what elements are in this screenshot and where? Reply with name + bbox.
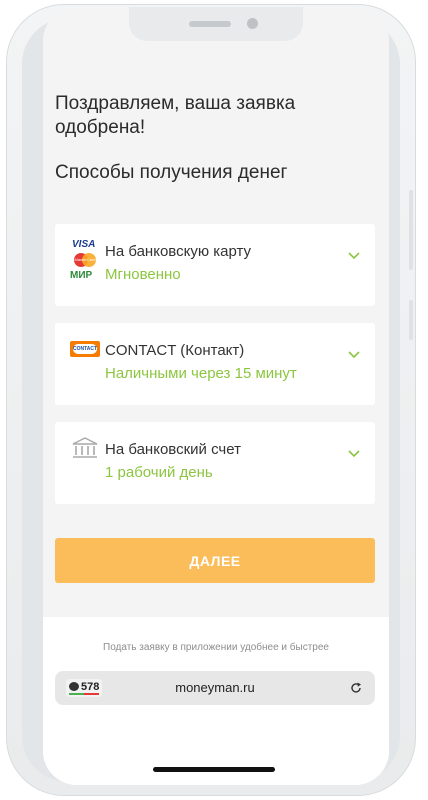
method-card-bank-account[interactable]: На банковский счет 1 рабочий день bbox=[55, 422, 375, 504]
visa-logo: VISA bbox=[72, 239, 96, 250]
speaker bbox=[189, 21, 231, 27]
address-bar[interactable]: 578 moneyman.ru bbox=[55, 671, 375, 705]
notch bbox=[129, 7, 303, 41]
url-text: moneyman.ru bbox=[175, 680, 255, 695]
reload-icon[interactable] bbox=[349, 681, 363, 695]
chevron-down-icon[interactable] bbox=[347, 446, 361, 460]
side-button bbox=[409, 190, 413, 270]
method-time: Мгновенно bbox=[105, 266, 181, 283]
section-title: Способы получения денег bbox=[55, 162, 288, 183]
home-indicator[interactable] bbox=[153, 767, 275, 772]
browser-footer: Подать заявку в приложении удобнее и быс… bbox=[43, 617, 389, 785]
chevron-down-icon[interactable] bbox=[347, 347, 361, 361]
mir-logo: МИР bbox=[70, 270, 93, 281]
next-button[interactable]: ДАЛЕЕ bbox=[55, 538, 375, 583]
method-time: Наличными через 15 минут bbox=[105, 365, 297, 382]
bank-icon bbox=[72, 437, 98, 458]
mastercard-logo: MasterCard bbox=[74, 253, 96, 267]
method-card-contact[interactable]: CONTACT CONTACT (Контакт) Наличными чере… bbox=[55, 323, 375, 405]
method-title: На банковский счет bbox=[105, 441, 241, 458]
contact-logo-icon: CONTACT bbox=[70, 341, 100, 357]
phone-screen: Поздравляем, ваша заявка одобрена! Спосо… bbox=[43, 7, 389, 785]
method-card-bank-card[interactable]: VISA MasterCard МИР На банковскую карту … bbox=[55, 224, 375, 306]
camera bbox=[247, 18, 258, 29]
card-brands-icon: VISA MasterCard МИР bbox=[70, 239, 100, 283]
method-time: 1 рабочий день bbox=[105, 464, 213, 481]
method-title: CONTACT (Контакт) bbox=[105, 342, 245, 359]
page-title: Поздравляем, ваша заявка одобрена! bbox=[55, 93, 296, 138]
chevron-down-icon[interactable] bbox=[347, 248, 361, 262]
method-title: На банковскую карту bbox=[105, 243, 252, 260]
side-button bbox=[409, 300, 413, 340]
app-hint-link[interactable]: Подать заявку в приложении удобнее и быс… bbox=[43, 642, 389, 653]
